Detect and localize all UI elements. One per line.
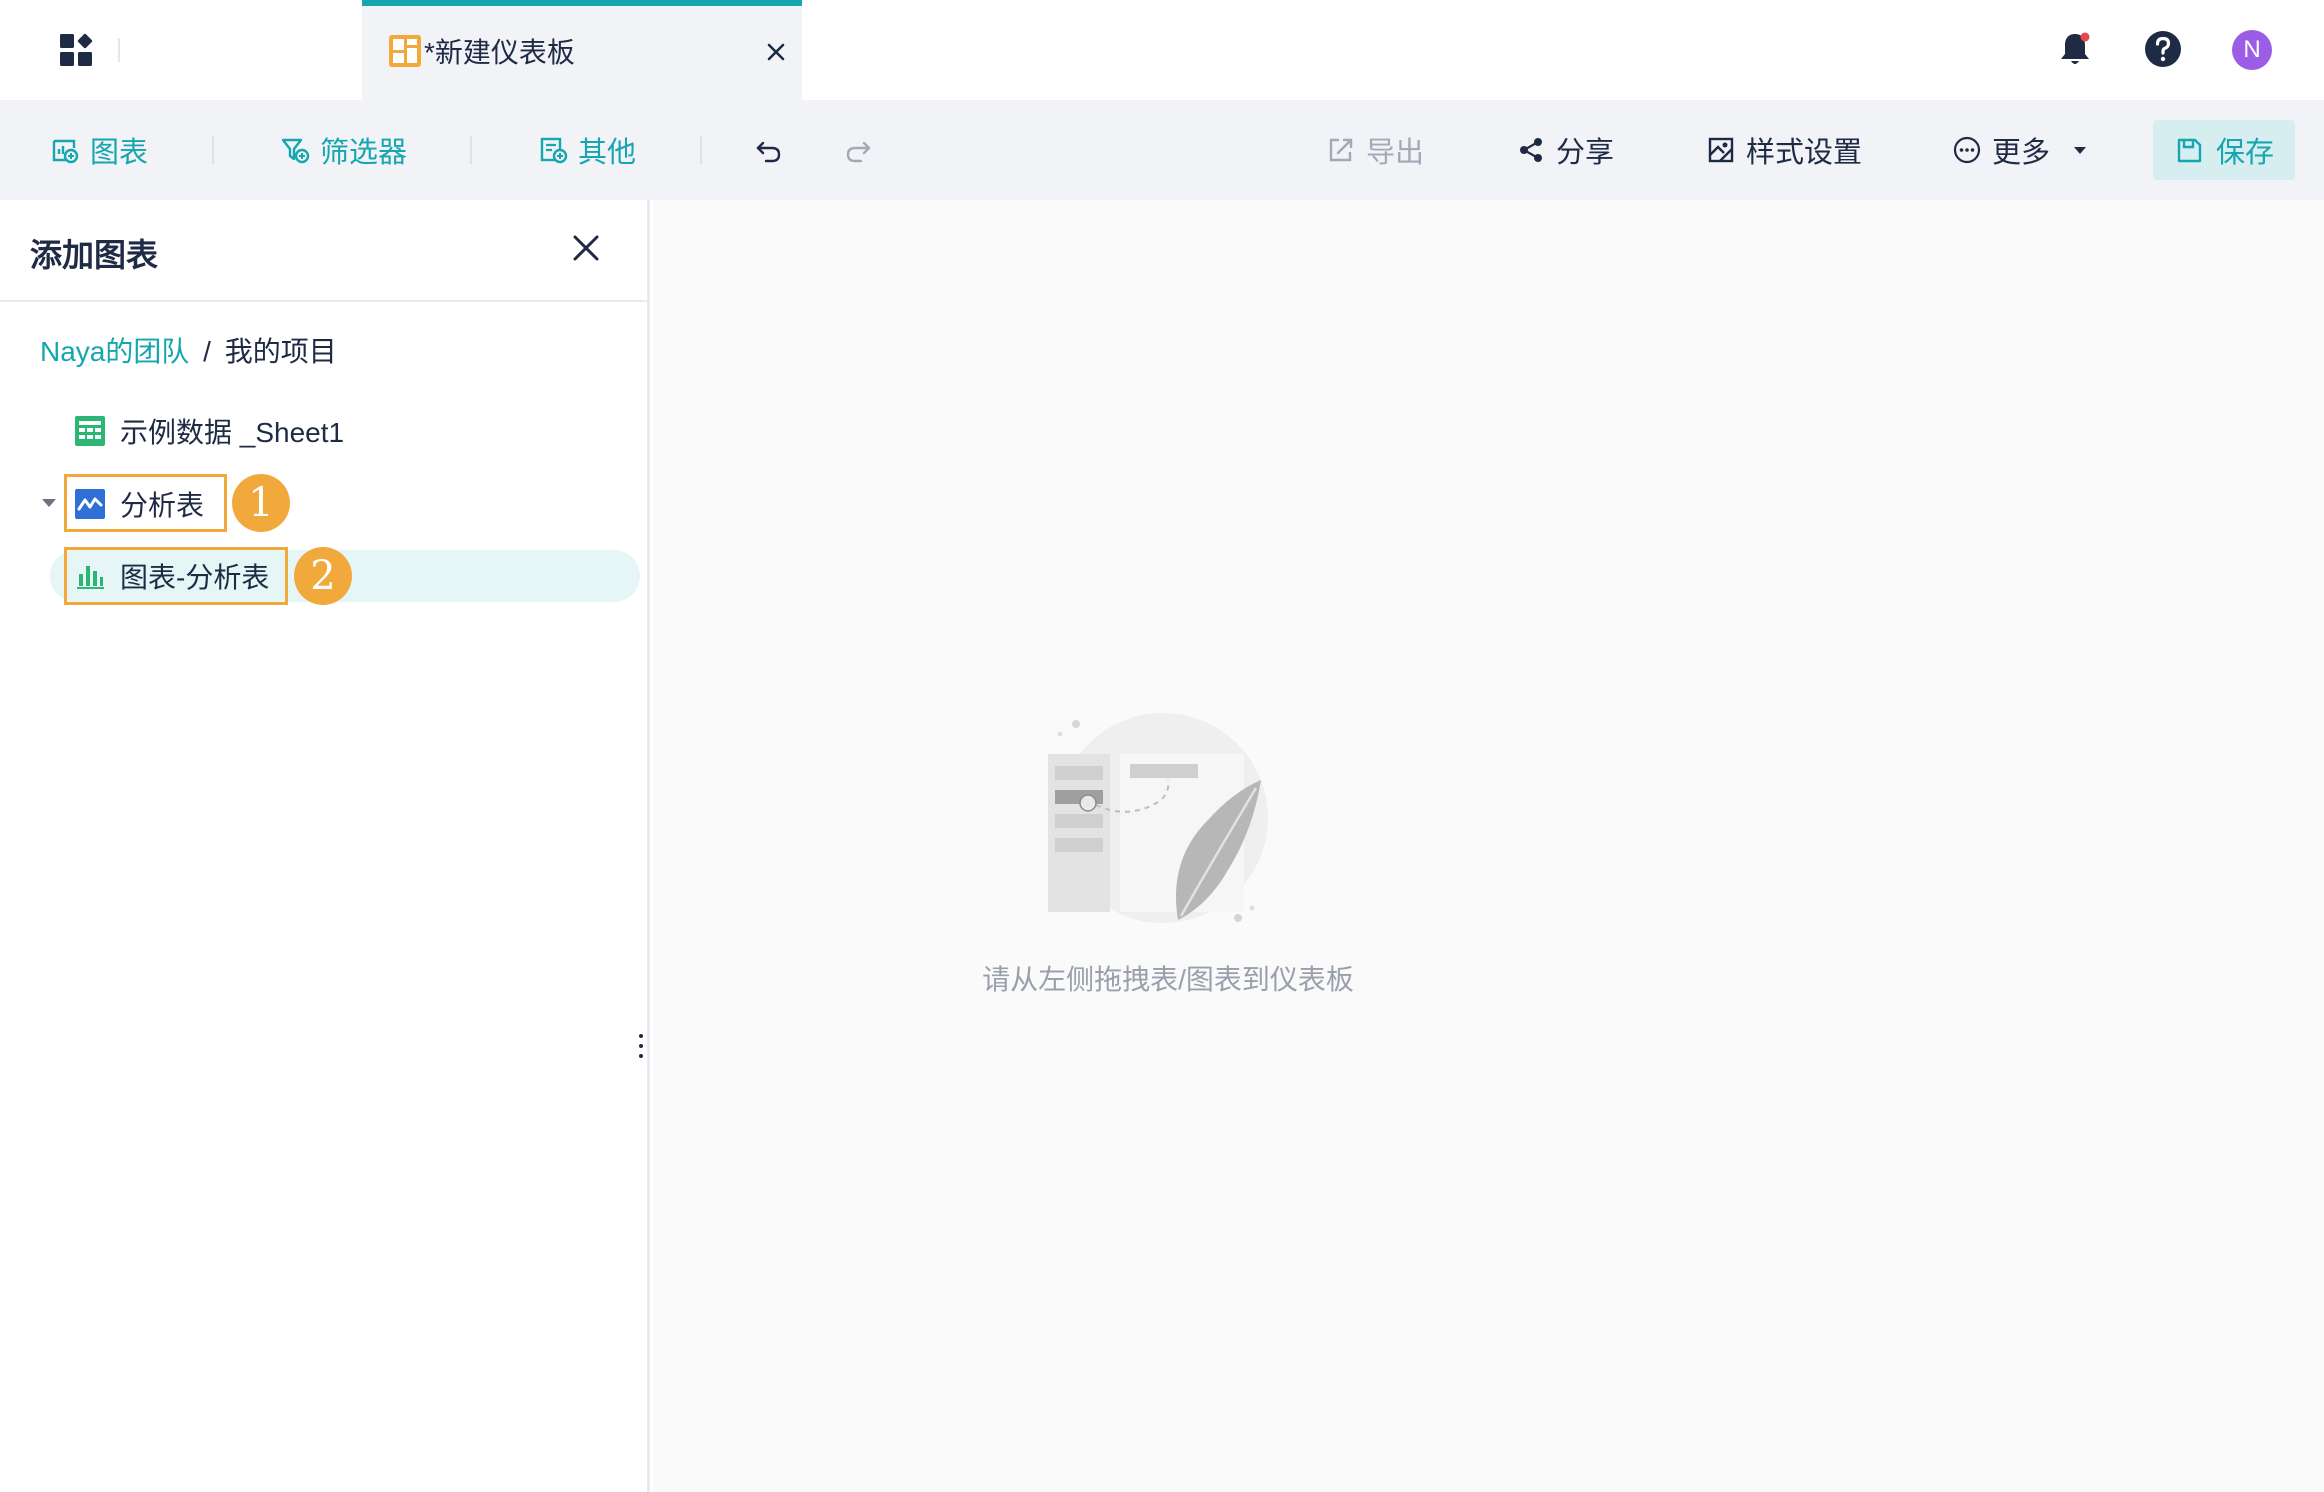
export-icon xyxy=(1329,138,1353,162)
user-avatar[interactable]: N xyxy=(2232,30,2272,70)
save-icon xyxy=(2177,138,2202,163)
add-other-button[interactable]: 其他 xyxy=(538,130,636,170)
annotation-box-2 xyxy=(64,547,288,605)
breadcrumb-project: 我的项目 xyxy=(224,336,337,367)
style-settings-button[interactable]: 样式设置 xyxy=(1706,130,1862,170)
share-icon xyxy=(1520,138,1542,162)
top-divider xyxy=(118,38,120,62)
toolbar-divider xyxy=(700,136,702,164)
toolbar: 图表 筛选器 其他 导出 分享 样式设置 更多 保存 xyxy=(0,100,2324,200)
empty-state-illustration xyxy=(1048,713,1268,923)
tree-item-sheet[interactable]: 示例数据 _Sheet1 xyxy=(74,405,344,457)
annotation-box-1 xyxy=(64,474,227,532)
add-chart-panel: 添加图表 Naya的团队 / 我的项目 示例数据 _Sheet1 分析表 1 图… xyxy=(0,200,650,1492)
add-chart-label: 图表 xyxy=(90,137,149,169)
add-other-label: 其他 xyxy=(578,137,637,169)
style-settings-icon xyxy=(1708,137,1734,163)
save-label: 保存 xyxy=(2215,137,2274,169)
add-chart-button[interactable]: 图表 xyxy=(50,130,148,170)
panel-title: 添加图表 xyxy=(30,237,159,273)
dashboard-canvas[interactable]: 请从左侧拖拽表/图表到仪表板 xyxy=(653,200,2324,1492)
toolbar-divider xyxy=(470,136,472,164)
export-button[interactable]: 导出 xyxy=(1326,130,1424,170)
share-label: 分享 xyxy=(1556,137,1615,169)
add-other-icon xyxy=(540,137,568,164)
redo-icon xyxy=(846,141,871,163)
apps-grid-icon[interactable] xyxy=(56,30,96,70)
save-button[interactable]: 保存 xyxy=(2153,120,2295,180)
bell-icon[interactable] xyxy=(2054,28,2096,70)
breadcrumb: Naya的团队 / 我的项目 xyxy=(40,330,337,370)
more-icon xyxy=(1953,136,1981,164)
breadcrumb-separator: / xyxy=(203,336,211,367)
add-filter-label: 筛选器 xyxy=(320,137,408,169)
toolbar-divider xyxy=(212,136,214,164)
annotation-badge-2: 2 xyxy=(294,547,352,605)
redo-button[interactable] xyxy=(843,130,873,170)
undo-icon xyxy=(756,141,781,163)
more-menu-button[interactable]: 更多 xyxy=(1952,130,2090,170)
panel-header: 添加图表 xyxy=(0,200,647,302)
close-tab-icon[interactable] xyxy=(762,38,790,66)
close-panel-icon[interactable] xyxy=(570,232,602,264)
breadcrumb-team-link[interactable]: Naya的团队 xyxy=(40,336,189,367)
undo-button[interactable] xyxy=(754,130,784,170)
more-label: 更多 xyxy=(1992,137,2051,169)
filter-icon xyxy=(281,138,310,164)
empty-state-hint: 请从左侧拖拽表/图表到仪表板 xyxy=(982,964,1354,995)
spreadsheet-icon xyxy=(75,416,105,446)
annotation-badge-1: 1 xyxy=(232,474,290,532)
style-settings-label: 样式设置 xyxy=(1746,137,1863,169)
resize-handle-icon[interactable] xyxy=(638,1032,644,1060)
caret-down-icon xyxy=(2074,147,2087,154)
add-filter-button[interactable]: 筛选器 xyxy=(280,130,407,170)
share-button[interactable]: 分享 xyxy=(1516,130,1614,170)
expand-arrow-icon[interactable] xyxy=(40,497,58,509)
dashboard-tab-icon xyxy=(389,35,421,67)
add-chart-icon xyxy=(52,139,79,164)
help-icon[interactable] xyxy=(2142,28,2184,70)
tab-new-dashboard[interactable]: *新建仪表板 xyxy=(362,0,802,100)
tree-item-label: 示例数据 _Sheet1 xyxy=(120,417,345,448)
top-bar: *新建仪表板 N xyxy=(0,0,2324,100)
tab-title: *新建仪表板 xyxy=(424,37,575,68)
export-label: 导出 xyxy=(1366,137,1425,169)
